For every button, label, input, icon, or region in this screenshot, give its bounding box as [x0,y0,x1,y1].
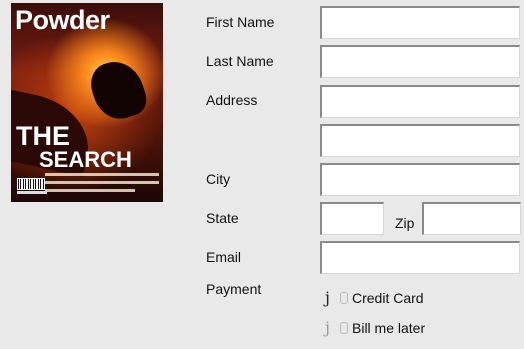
city-field[interactable] [320,163,520,196]
bill-me-later-label: Bill me later [352,319,426,336]
magazine-cover: Powder THE SEARCH [11,3,163,202]
email-field[interactable] [320,241,520,274]
city-label: City [206,171,231,187]
zip-label: Zip [395,215,415,231]
first-name-label: First Name [206,14,275,30]
radio-selected-icon[interactable]: j [325,288,339,307]
credit-card-label: Credit Card [352,289,424,306]
address-label: Address [206,92,258,108]
cover-subline [45,189,135,192]
cover-subline [45,181,159,184]
cover-brand: Powder [15,5,110,35]
radio-ring-icon [340,291,348,304]
payment-option-bill-later[interactable]: j Bill me later [325,318,425,337]
address-line1-field[interactable] [320,85,520,118]
state-field[interactable] [320,202,384,235]
cover-skier-silhouette [85,54,151,126]
last-name-label: Last Name [206,53,274,69]
payment-option-credit-card[interactable]: j Credit Card [325,288,424,307]
payment-label: Payment [206,281,262,297]
state-label: State [206,210,239,226]
zip-field[interactable] [422,202,521,235]
cover-headline-2: SEARCH [39,147,132,172]
first-name-field[interactable] [320,6,520,39]
radio-unselected-icon[interactable]: j [325,318,339,337]
cover-barcode [17,178,45,190]
radio-ring-icon [340,321,348,334]
cover-issue-strip [17,191,47,194]
email-label: Email [206,249,242,265]
cover-subline [45,173,159,176]
cover-headline-1: THE [16,121,70,151]
last-name-field[interactable] [320,45,520,78]
address-line2-field[interactable] [320,124,520,157]
